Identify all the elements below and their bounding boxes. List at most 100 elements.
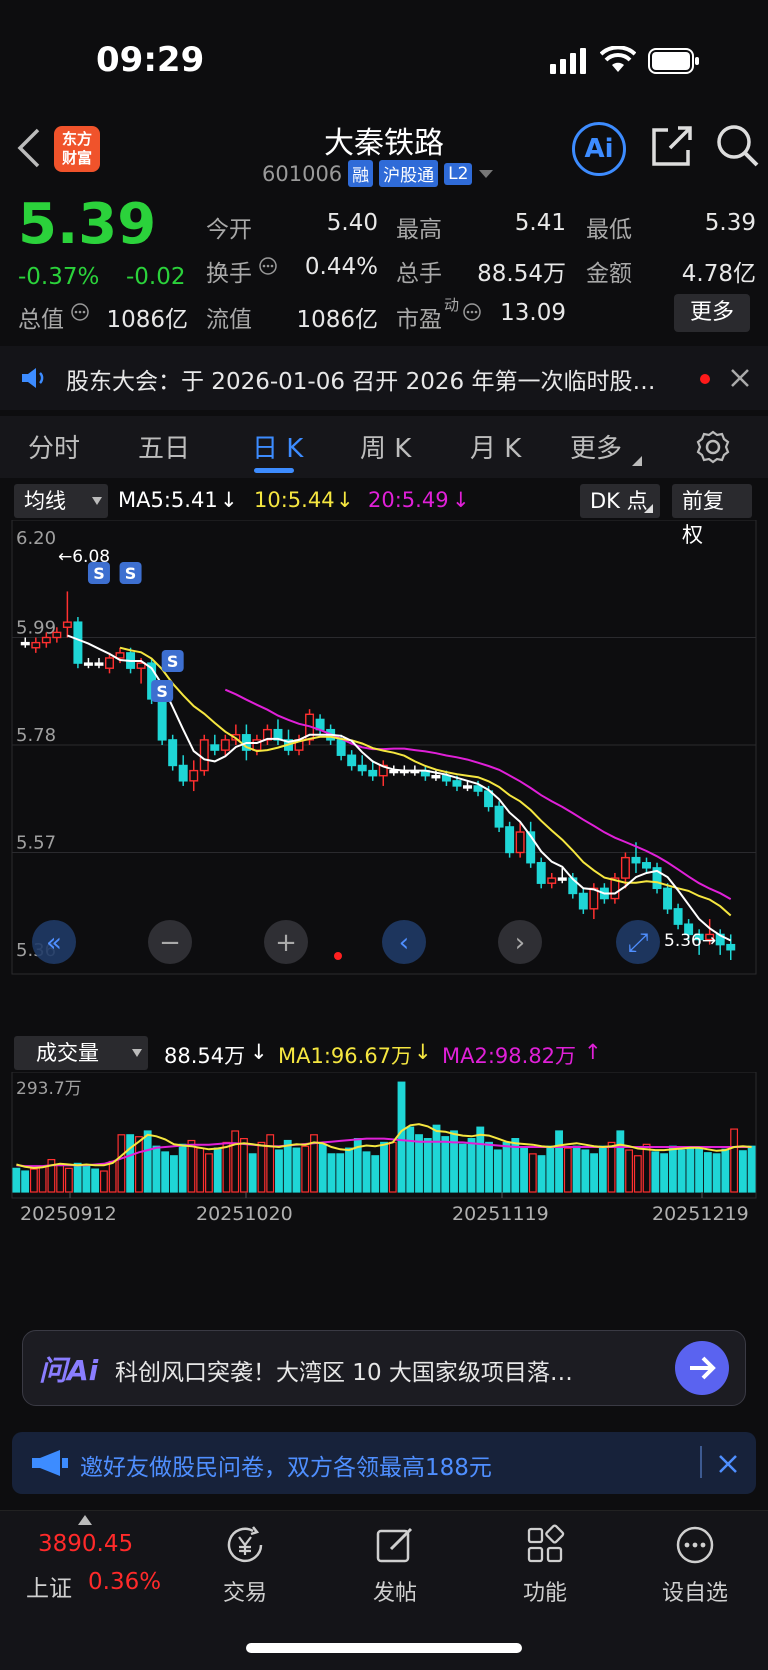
info-icon[interactable] (258, 256, 278, 276)
notice-bar[interactable]: 股东大会：于 2026-01-06 召开 2026 年第一次临时股… (0, 346, 768, 410)
signal-marker-label: S (167, 652, 179, 671)
info-icon[interactable] (462, 302, 482, 322)
function-label: 功能 (522, 1581, 567, 1606)
volume-selector[interactable]: 成交量 (14, 1036, 148, 1070)
volume-bar (721, 1148, 730, 1193)
volume-bar (12, 1167, 21, 1193)
amount-label: 金额 (586, 261, 632, 287)
badge-l2: L2 (444, 162, 473, 185)
candle-body (473, 785, 483, 792)
candle-body (20, 641, 30, 646)
signal-icon (550, 48, 586, 74)
candle-body (105, 657, 114, 669)
add-watchlist-button[interactable]: 设自选 (640, 1523, 750, 1607)
nav-bar: 东方 财富 大秦铁路 601006 融 沪股通 L2 Ai (0, 110, 768, 194)
volume-bar (423, 1138, 432, 1193)
chevron-down-icon[interactable] (478, 169, 494, 179)
volume-bar (625, 1149, 634, 1193)
prev-button[interactable]: ‹ (382, 920, 426, 964)
dk-point-button[interactable]: DK 点 (580, 484, 660, 518)
candle-body (157, 698, 167, 741)
volume-bar (327, 1153, 336, 1193)
signal-marker-label: S (125, 564, 137, 583)
volume-max-label: 293.7万 (16, 1079, 82, 1099)
fullscreen-button[interactable]: ⤢ (616, 920, 660, 964)
ma10-value: 10:5.44 (254, 488, 335, 512)
candle-body (189, 769, 199, 782)
gear-icon[interactable] (696, 430, 730, 464)
high-value: 5.41 (514, 210, 566, 236)
tab-weekly-k[interactable]: 周 K (360, 428, 411, 465)
tab-monthly-k[interactable]: 月 K (470, 428, 521, 465)
ai-ask-bar[interactable]: 问Ai 科创风口突袭！大湾区 10 大国家级项目落… (22, 1330, 746, 1406)
chevron-down-icon (132, 1049, 142, 1057)
tab-intraday[interactable]: 分时 (28, 428, 80, 465)
volume-bar (598, 1145, 607, 1193)
next-button[interactable]: › (498, 920, 542, 964)
tab-daily-k[interactable]: 日 K (252, 428, 303, 465)
volume-bar (441, 1136, 450, 1193)
volume-bar (485, 1141, 493, 1193)
close-icon[interactable] (730, 368, 750, 388)
adjust-forward-button[interactable]: 前复权 (672, 484, 752, 547)
volume-value: 88.54万 (164, 1044, 246, 1068)
candle-body (673, 908, 683, 925)
volume-bar (240, 1138, 248, 1193)
candle-body (631, 856, 641, 864)
zoom-out-button[interactable]: − (148, 920, 192, 964)
zoom-in-button[interactable]: + (264, 920, 308, 964)
indicator-selector[interactable]: 均线 (14, 484, 108, 518)
candle-body (515, 831, 525, 854)
volume-bar (99, 1170, 108, 1193)
info-icon[interactable] (70, 302, 90, 322)
app-root: 09:29 东方 财富 大秦铁路 601006 融 沪股通 L2 Ai 5.39… (0, 0, 768, 1670)
zoom-in-icon: + (275, 928, 297, 958)
edit-icon (376, 1527, 413, 1563)
volume-bar (292, 1147, 301, 1193)
volume-bar (170, 1155, 178, 1193)
volume-bar (572, 1145, 581, 1193)
volume-bar (301, 1145, 310, 1193)
kline-chart[interactable]: 6.205.995.785.575.36SSSS←6.085.36→«−+‹›⤢ (0, 520, 768, 1040)
volume-legend: 成交量 88.54万 ↓ MA1:96.67万 ↓ MA2:98.82万 ↑ (0, 1034, 768, 1074)
volume-bar (196, 1147, 205, 1193)
invite-text: 邀好友做股民问卷，双方各领最高188元 (80, 1455, 492, 1481)
candle-body (431, 775, 441, 779)
function-button[interactable]: 功能 (490, 1523, 600, 1607)
post-button[interactable]: 发帖 (340, 1523, 450, 1607)
y-tick-label: 5.99 (16, 618, 56, 639)
volume-bar (108, 1160, 117, 1193)
volume-bar (187, 1139, 196, 1193)
high-annotation: ←6.08 (58, 547, 110, 567)
volume-bar (581, 1149, 590, 1193)
ai-button[interactable]: Ai (572, 122, 626, 176)
close-icon[interactable] (718, 1454, 738, 1474)
candle-body (368, 769, 378, 777)
ai-send-button[interactable] (675, 1341, 729, 1395)
more-button[interactable]: 更多 (674, 294, 750, 332)
candle-body (347, 754, 357, 767)
amount-value: 4.78亿 (681, 261, 756, 287)
volume-bar (205, 1153, 213, 1193)
tab-more[interactable]: 更多 (570, 428, 622, 465)
search-icon[interactable] (714, 122, 760, 168)
chevron-down-icon (92, 497, 102, 505)
volume-chart[interactable]: 293.7万 20250912 20251020 20251119 20251219 (0, 1072, 768, 1272)
scroll-left-fast-button[interactable]: « (32, 920, 76, 964)
volume-bar (686, 1147, 695, 1193)
trade-button[interactable]: 交易 (190, 1523, 300, 1607)
candle-body (663, 887, 673, 910)
ma5-value: MA5:5.41 (118, 488, 218, 512)
volume-bar (450, 1130, 458, 1193)
candle-body (336, 739, 346, 756)
candle-body (389, 769, 399, 774)
volume-bar (467, 1138, 476, 1193)
invite-banner[interactable]: 邀好友做股民问卷，双方各领最高188元 (12, 1432, 756, 1494)
status-time: 09:29 (96, 40, 205, 80)
volume-bar (248, 1153, 257, 1193)
volume-label: 总手 (396, 261, 442, 287)
volume-bar (134, 1136, 143, 1193)
tab-5day[interactable]: 五日 (138, 428, 190, 465)
share-icon[interactable] (650, 124, 694, 168)
pe-label: 市盈 (396, 307, 442, 333)
